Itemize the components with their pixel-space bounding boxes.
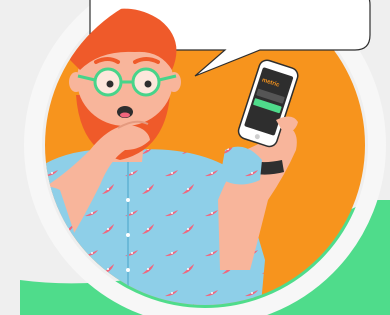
shirt-button — [126, 233, 130, 237]
left-ear — [69, 72, 83, 92]
shirt-button — [126, 268, 130, 272]
illustration-stage: metric — [0, 0, 390, 315]
tongue — [120, 112, 130, 118]
shirt-button — [126, 198, 130, 202]
confused-man-phone-illustration: metric — [0, 0, 390, 315]
